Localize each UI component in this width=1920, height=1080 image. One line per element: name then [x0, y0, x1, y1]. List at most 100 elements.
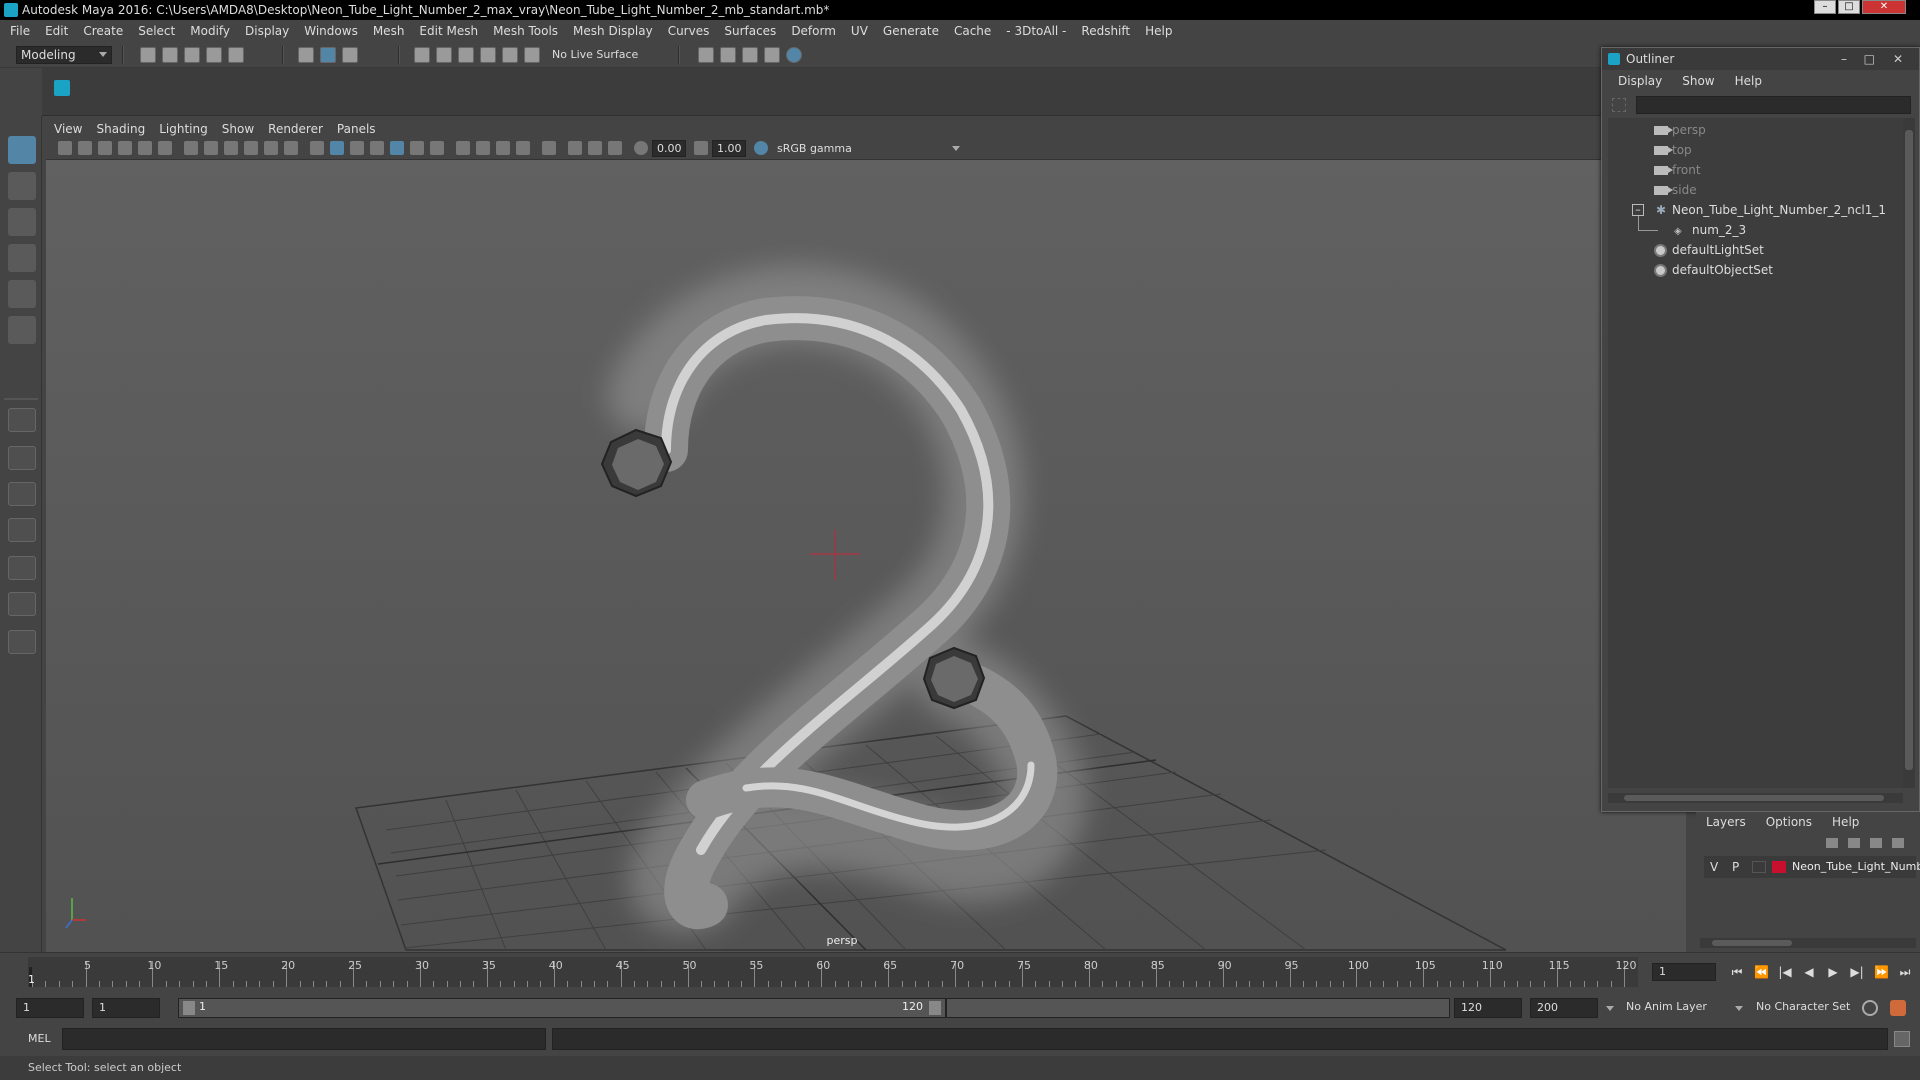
- hypershade-layout-icon[interactable]: [8, 592, 36, 616]
- play-forward-icon[interactable]: ▶: [1826, 965, 1840, 979]
- outliner-vertical-scrollbar[interactable]: [1903, 118, 1915, 788]
- snap-grid-icon[interactable]: [414, 47, 430, 63]
- snap-point-icon[interactable]: [458, 47, 474, 63]
- select-tool-icon[interactable]: [8, 136, 36, 164]
- new-layer-selected-icon[interactable]: [1892, 838, 1904, 848]
- open-scene-icon[interactable]: [162, 47, 178, 63]
- image-plane-icon[interactable]: [118, 141, 132, 155]
- menu-generate[interactable]: Generate: [883, 24, 939, 38]
- filter-icon[interactable]: [1612, 98, 1626, 112]
- menu-display[interactable]: Display: [245, 24, 289, 38]
- outliner-menu-help[interactable]: Help: [1735, 74, 1762, 88]
- scale-tool-icon[interactable]: [8, 316, 36, 344]
- outliner-search-input[interactable]: [1636, 96, 1911, 114]
- menu-create[interactable]: Create: [83, 24, 123, 38]
- graph-editor-layout-icon[interactable]: [8, 556, 36, 580]
- xray-components-icon[interactable]: [608, 141, 622, 155]
- exposure-icon[interactable]: [634, 141, 648, 155]
- rotate-tool-icon[interactable]: [8, 280, 36, 308]
- layer-menu-help[interactable]: Help: [1832, 815, 1859, 829]
- outliner-title-bar[interactable]: Outliner – □ ✕: [1602, 48, 1919, 70]
- menu-uv[interactable]: UV: [851, 24, 868, 38]
- playback-start-field[interactable]: 1: [92, 998, 160, 1018]
- grease-pencil-icon[interactable]: [158, 141, 172, 155]
- wireframe-icon[interactable]: [310, 141, 324, 155]
- mode-selector[interactable]: Modeling: [16, 46, 112, 64]
- script-editor-icon[interactable]: [1894, 1031, 1910, 1047]
- live-surface-label[interactable]: No Live Surface: [552, 47, 642, 63]
- four-pane-layout-icon[interactable]: [8, 446, 36, 470]
- panel-menu-lighting[interactable]: Lighting: [159, 122, 208, 136]
- outliner-persp-layout-icon[interactable]: [8, 518, 36, 542]
- chevron-down-icon[interactable]: [1735, 1006, 1743, 1011]
- panel-menu-shading[interactable]: Shading: [96, 122, 145, 136]
- smooth-shade-icon[interactable]: [330, 141, 344, 155]
- minimize-button[interactable]: –: [1814, 0, 1836, 14]
- range-end-handle[interactable]: [929, 1001, 941, 1015]
- menu-mesh-tools[interactable]: Mesh Tools: [493, 24, 558, 38]
- textured-icon[interactable]: [390, 141, 404, 155]
- menu-select[interactable]: Select: [138, 24, 175, 38]
- snap-view-plane-icon[interactable]: [480, 47, 496, 63]
- scroll-thumb[interactable]: [1712, 940, 1792, 946]
- layer-menu-options[interactable]: Options: [1766, 815, 1812, 829]
- close-button[interactable]: ✕: [1862, 0, 1906, 14]
- current-frame-field[interactable]: 1: [1652, 963, 1716, 981]
- bookmark-icon[interactable]: [98, 141, 112, 155]
- move-tool-icon[interactable]: [8, 244, 36, 272]
- color-space-select[interactable]: sRGB gamma: [772, 140, 906, 157]
- range-start-handle[interactable]: [183, 1001, 195, 1015]
- outliner-item[interactable]: front: [1654, 160, 1701, 180]
- outliner-item[interactable]: defaultLightSet: [1654, 240, 1764, 260]
- new-scene-icon[interactable]: [140, 47, 156, 63]
- shadows-icon[interactable]: [430, 141, 444, 155]
- step-back-key-icon[interactable]: |◀: [1778, 965, 1792, 979]
- menu-modify[interactable]: Modify: [190, 24, 230, 38]
- scroll-thumb[interactable]: [1624, 795, 1884, 801]
- menu-redshift[interactable]: Redshift: [1081, 24, 1130, 38]
- auto-key-icon[interactable]: [1862, 1000, 1878, 1016]
- layer-visibility-toggle[interactable]: V: [1710, 856, 1718, 878]
- side-by-side-layout-icon[interactable]: [8, 482, 36, 506]
- step-forward-key-icon[interactable]: ▶|: [1850, 965, 1864, 979]
- new-layer-icon[interactable]: [1870, 838, 1882, 848]
- gamma-icon[interactable]: [694, 141, 708, 155]
- start-time-field[interactable]: 1: [16, 998, 84, 1018]
- maximize-button[interactable]: □: [1838, 0, 1860, 14]
- snap-center-icon[interactable]: [524, 47, 540, 63]
- ipr-render-icon[interactable]: [742, 47, 758, 63]
- camera-select-icon[interactable]: [58, 141, 72, 155]
- menu-deform[interactable]: Deform: [791, 24, 836, 38]
- xray-joints-icon[interactable]: [588, 141, 602, 155]
- exposure-field[interactable]: 0.00: [652, 140, 686, 157]
- outliner-item[interactable]: ✱ Neon_Tube_Light_Number_2_ncl1_1: [1654, 200, 1886, 220]
- outliner-menu-show[interactable]: Show: [1682, 74, 1714, 88]
- character-set-select[interactable]: No Character Set: [1756, 1000, 1850, 1013]
- scroll-thumb[interactable]: [1905, 130, 1913, 770]
- single-pane-layout-icon[interactable]: [8, 408, 36, 432]
- menu-edit-mesh[interactable]: Edit Mesh: [419, 24, 478, 38]
- menu-3dtoall[interactable]: - 3DtoAll -: [1006, 24, 1066, 38]
- step-back-icon[interactable]: ⏪: [1754, 965, 1769, 979]
- undo-icon[interactable]: [206, 47, 222, 63]
- depth-of-field-icon[interactable]: [516, 141, 530, 155]
- camera-attributes-icon[interactable]: [78, 141, 92, 155]
- menu-curves[interactable]: Curves: [668, 24, 710, 38]
- gamma-field[interactable]: 1.00: [712, 140, 746, 157]
- layer-menu-layers[interactable]: Layers: [1706, 815, 1746, 829]
- film-gate-icon[interactable]: [204, 141, 218, 155]
- render-settings-icon[interactable]: [764, 47, 780, 63]
- outliner-item[interactable]: defaultObjectSet: [1654, 260, 1773, 280]
- menu-file[interactable]: File: [10, 24, 30, 38]
- step-forward-icon[interactable]: ⏩: [1874, 965, 1889, 979]
- select-by-component-icon[interactable]: [342, 47, 358, 63]
- grid-icon[interactable]: [184, 141, 198, 155]
- go-to-start-icon[interactable]: ⏮: [1730, 965, 1744, 979]
- move-layer-down-icon[interactable]: [1848, 838, 1860, 848]
- move-layer-up-icon[interactable]: [1826, 838, 1838, 848]
- layer-row[interactable]: V P Neon_Tube_Light_Numb: [1704, 856, 1920, 878]
- outliner-item[interactable]: ◈ num_2_3: [1674, 220, 1746, 240]
- save-scene-icon[interactable]: [184, 47, 200, 63]
- menu-surfaces[interactable]: Surfaces: [724, 24, 776, 38]
- menu-help[interactable]: Help: [1145, 24, 1172, 38]
